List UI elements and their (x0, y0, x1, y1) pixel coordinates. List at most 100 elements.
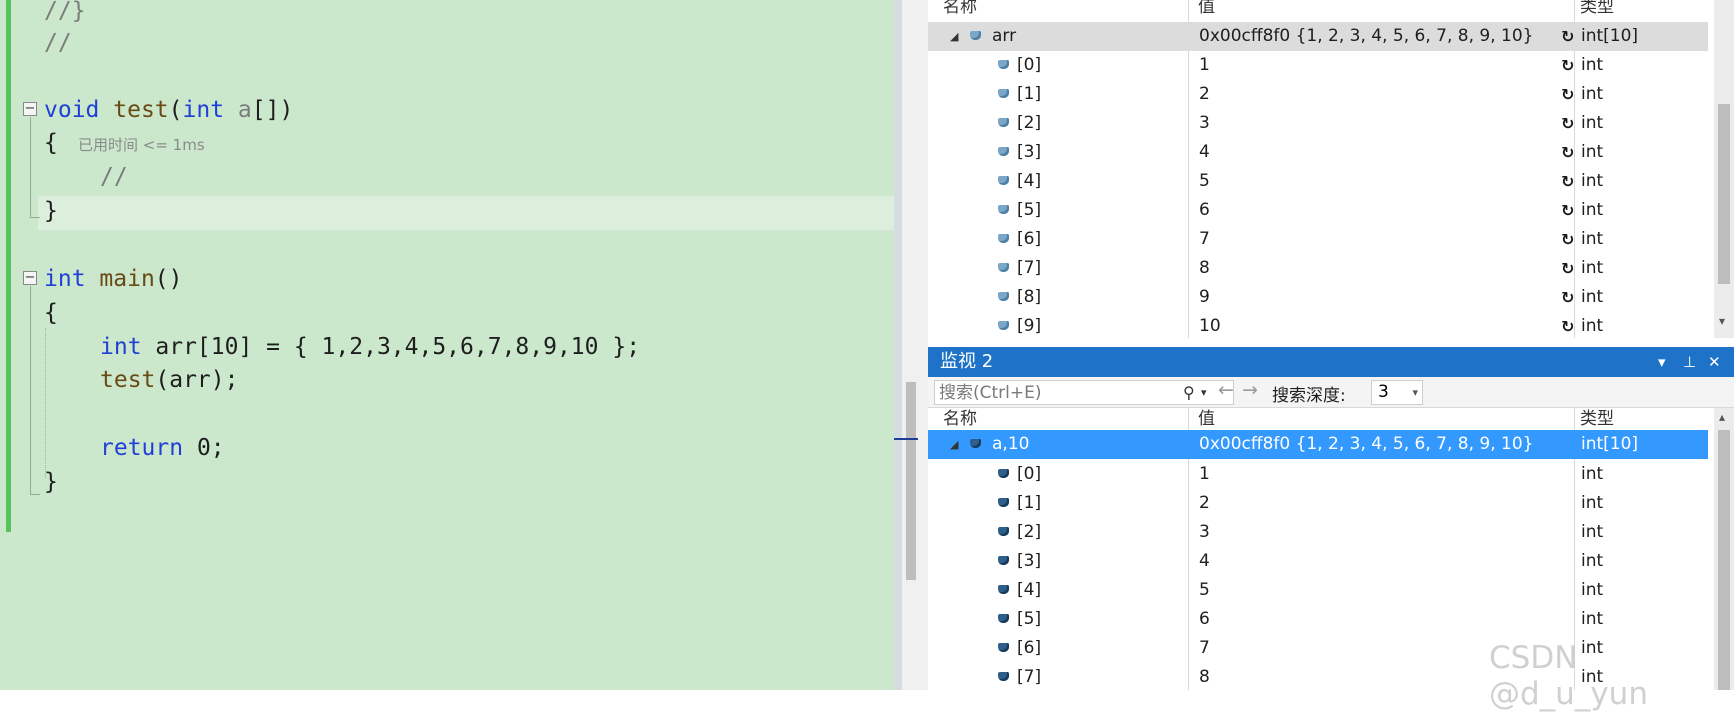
code-line-comment[interactable]: // (100, 160, 128, 194)
array-element-icon (998, 321, 1009, 330)
watch2-title-bar[interactable]: 监视 2 ▾ ⊥ ✕ (928, 347, 1734, 377)
refresh-icon[interactable]: ↻ (1561, 22, 1574, 51)
header-value[interactable]: 值 (1198, 408, 1215, 430)
header-type[interactable]: 类型 (1580, 408, 1614, 430)
array-element-icon (998, 118, 1009, 127)
element-value: 3 (1199, 522, 1210, 542)
search-box: ⚲ ▾ (934, 380, 1234, 405)
search-forward-icon[interactable]: → (1242, 379, 1258, 401)
watch-row-item[interactable]: [7] 8 ↻ int (928, 254, 1708, 283)
watch2-toolbar: ⚲ ▾ ← → 搜索深度: 3 ▾ (928, 377, 1734, 408)
code-line-test-call[interactable]: test(arr); (100, 363, 238, 397)
code-line-void-test[interactable]: void test(int a[]) (44, 93, 293, 127)
fold-guide-end (30, 494, 40, 495)
watch1-scrollbar[interactable]: ▾ (1714, 0, 1734, 338)
array-element-icon (998, 672, 1009, 681)
refresh-icon[interactable]: ↻ (1561, 225, 1574, 254)
element-value: 8 (1199, 258, 1210, 278)
pin-icon[interactable]: ⊥ (1683, 347, 1696, 377)
element-type: int (1581, 316, 1604, 336)
refresh-icon[interactable]: ↻ (1561, 109, 1574, 138)
comment-text: // (44, 30, 72, 56)
watch-row-item[interactable]: [0] 1 ↻ int (928, 51, 1708, 80)
code-line-array-decl[interactable]: int arr[10] = { 1,2,3,4,5,6,7,8,9,10 }; (100, 330, 640, 364)
code-line-int-main[interactable]: int main() (44, 262, 183, 296)
watch-row-arr[interactable]: ◢ arr 0x00cff8f0 {1, 2, 3, 4, 5, 6, 7, 8… (928, 22, 1708, 51)
watch-row-item[interactable]: [2] 3 ↻ int (928, 109, 1708, 138)
watch-row-item[interactable]: [6] 7 ↻ int (928, 225, 1708, 254)
close-icon[interactable]: ✕ (1708, 347, 1721, 377)
search-back-icon[interactable]: ← (1218, 379, 1234, 401)
editor-scrollbar[interactable] (894, 0, 902, 690)
refresh-icon[interactable]: ↻ (1561, 312, 1574, 341)
code-line-return[interactable]: return 0; (100, 431, 225, 465)
param-a: a (237, 97, 252, 123)
watch-row-item[interactable]: [4] 5 int (928, 576, 1708, 605)
watch-row-item[interactable]: [3] 4 ↻ int (928, 138, 1708, 167)
refresh-icon[interactable]: ↻ (1561, 167, 1574, 196)
search-depth-select[interactable]: 3 ▾ (1371, 380, 1423, 405)
collapse-arrow-icon[interactable]: ◢ (950, 22, 958, 51)
element-type: int (1581, 609, 1604, 629)
watch-row-a10[interactable]: ◢ a,10 0x00cff8f0 {1, 2, 3, 4, 5, 6, 7, … (928, 430, 1708, 459)
code-line-close-brace[interactable]: } (44, 194, 58, 228)
element-value: 7 (1199, 638, 1210, 658)
element-type: int (1581, 171, 1604, 191)
refresh-icon[interactable]: ↻ (1561, 254, 1574, 283)
editor-scroll-thumb[interactable] (906, 382, 916, 580)
position-indicator (894, 438, 918, 440)
keyword-int: int (44, 266, 86, 292)
element-type: int (1581, 551, 1604, 571)
watch-row-item[interactable]: [3] 4 int (928, 547, 1708, 576)
code-line-open-brace-main[interactable]: { (44, 296, 58, 330)
watch-row-item[interactable]: [8] 9 ↻ int (928, 283, 1708, 312)
element-type: int (1581, 84, 1604, 104)
search-icon[interactable]: ⚲ (1183, 381, 1195, 404)
header-name[interactable]: 名称 (943, 0, 977, 18)
brace-text: { (44, 300, 58, 326)
fold-guide (30, 117, 31, 217)
code-line-2[interactable]: // (44, 26, 72, 60)
refresh-icon[interactable]: ↻ (1561, 138, 1574, 167)
collapse-arrow-icon[interactable]: ◢ (950, 430, 958, 459)
watch-row-item[interactable]: [5] 6 ↻ int (928, 196, 1708, 225)
watch-row-item[interactable]: [0] 1 int (928, 460, 1708, 489)
watch-row-item[interactable]: [9] 10 ↻ int (928, 312, 1708, 341)
refresh-icon[interactable]: ↻ (1561, 283, 1574, 312)
element-type: int (1581, 493, 1604, 513)
collapse-test-icon[interactable]: − (23, 102, 37, 116)
watch-row-item[interactable]: [1] 2 ↻ int (928, 80, 1708, 109)
paren-text: ( (168, 97, 183, 123)
element-type: int (1581, 229, 1604, 249)
watch-row-item[interactable]: [2] 3 int (928, 518, 1708, 547)
code-editor[interactable]: //} // − void test(int a[]) { 已用时间 <= 1m… (0, 0, 902, 690)
variable-icon (970, 31, 981, 40)
scroll-up-arrow-icon[interactable]: ▴ (1719, 410, 1725, 424)
keyword-return: return (100, 435, 184, 461)
codelens-elapsed-time[interactable]: 已用时间 <= 1ms (78, 134, 205, 155)
refresh-icon[interactable]: ↻ (1561, 196, 1574, 225)
search-dropdown-icon[interactable]: ▾ (1201, 381, 1207, 404)
watch-row-item[interactable]: [4] 5 ↻ int (928, 167, 1708, 196)
splitter[interactable] (902, 0, 928, 690)
chevron-down-icon: ▾ (1412, 386, 1418, 399)
watch-row-item[interactable]: [5] 6 int (928, 605, 1708, 634)
element-name: [1] (1017, 493, 1042, 513)
window-dropdown-icon[interactable]: ▾ (1658, 347, 1666, 377)
code-line-open-brace[interactable]: { (44, 126, 58, 160)
refresh-icon[interactable]: ↻ (1561, 51, 1574, 80)
code-line-1[interactable]: //} (44, 0, 86, 28)
collapse-main-icon[interactable]: − (23, 271, 37, 285)
watch-row-item[interactable]: [1] 2 int (928, 489, 1708, 518)
search-input[interactable] (935, 381, 1171, 404)
refresh-icon[interactable]: ↻ (1561, 80, 1574, 109)
fold-guide-end (30, 217, 40, 218)
watch1-scroll-thumb[interactable] (1718, 104, 1730, 284)
element-value: 2 (1199, 84, 1210, 104)
scroll-down-arrow-icon[interactable]: ▾ (1719, 314, 1725, 328)
function-name-test: test (113, 97, 169, 123)
header-name[interactable]: 名称 (943, 408, 977, 430)
code-line-close-brace-main[interactable]: } (44, 465, 58, 499)
header-value[interactable]: 值 (1198, 0, 1215, 18)
header-type[interactable]: 类型 (1580, 0, 1614, 18)
